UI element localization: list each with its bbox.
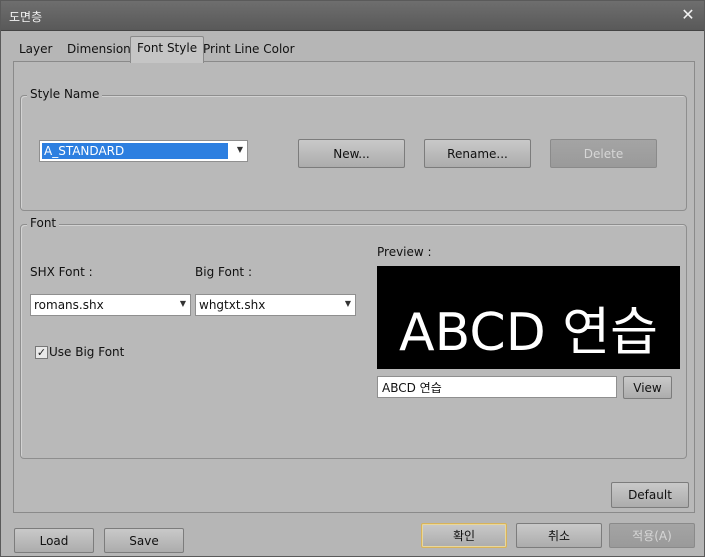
font-preview-text: ABCD 연습 bbox=[399, 303, 658, 363]
chevron-down-icon: ▼ bbox=[179, 299, 186, 308]
dialog-window: 도면층 ✕ Layer Dimension Font Style Print L… bbox=[0, 0, 705, 557]
delete-style-button[interactable]: Delete bbox=[550, 139, 657, 168]
shx-font-value: romans.shx bbox=[34, 298, 104, 312]
big-font-select[interactable]: whgtxt.shx ▼ bbox=[195, 294, 356, 316]
big-font-label: Big Font : bbox=[195, 265, 252, 279]
tab-layer[interactable]: Layer bbox=[13, 38, 58, 62]
window-title: 도면층 bbox=[9, 10, 43, 24]
title-bar[interactable]: 도면층 ✕ bbox=[1, 1, 704, 31]
shx-font-label: SHX Font : bbox=[30, 265, 93, 279]
ok-button[interactable]: 확인 bbox=[421, 523, 507, 548]
chevron-down-icon: ▼ bbox=[344, 299, 351, 308]
preview-label: Preview : bbox=[377, 245, 432, 259]
new-style-button[interactable]: New... bbox=[298, 139, 405, 168]
tab-dimension[interactable]: Dimension bbox=[61, 38, 137, 62]
style-name-value: A_STANDARD bbox=[42, 143, 228, 159]
style-name-group-label: Style Name bbox=[27, 87, 103, 101]
chevron-down-icon: ▼ bbox=[236, 145, 243, 154]
big-font-value: whgtxt.shx bbox=[199, 298, 266, 312]
font-style-panel: Style Name A_STANDARD ▼ New... Rename...… bbox=[13, 61, 695, 513]
check-icon: ✓ bbox=[36, 346, 47, 359]
load-button[interactable]: Load bbox=[14, 528, 94, 553]
font-group: Font SHX Font : romans.shx ▼ Big Font : … bbox=[20, 216, 687, 459]
save-button[interactable]: Save bbox=[104, 528, 184, 553]
style-name-group: Style Name A_STANDARD ▼ New... Rename...… bbox=[20, 87, 687, 211]
style-name-select[interactable]: A_STANDARD ▼ bbox=[39, 140, 248, 162]
use-big-font-label[interactable]: Use Big Font bbox=[49, 345, 124, 359]
tab-print-line-color[interactable]: Print Line Color bbox=[197, 38, 301, 62]
preview-text-field[interactable] bbox=[378, 377, 616, 397]
view-button[interactable]: View bbox=[623, 376, 672, 399]
apply-button[interactable]: 적용(A) bbox=[609, 523, 695, 548]
use-big-font-checkbox[interactable]: ✓ bbox=[35, 346, 48, 359]
rename-style-button[interactable]: Rename... bbox=[424, 139, 531, 168]
close-icon[interactable]: ✕ bbox=[678, 5, 698, 25]
preview-text-input[interactable] bbox=[377, 376, 617, 398]
font-group-label: Font bbox=[27, 216, 60, 230]
cancel-button[interactable]: 취소 bbox=[516, 523, 602, 548]
default-button[interactable]: Default bbox=[611, 482, 689, 508]
shx-font-select[interactable]: romans.shx ▼ bbox=[30, 294, 191, 316]
font-preview-box: ABCD 연습 bbox=[377, 266, 680, 369]
tab-font-style[interactable]: Font Style bbox=[130, 36, 205, 63]
